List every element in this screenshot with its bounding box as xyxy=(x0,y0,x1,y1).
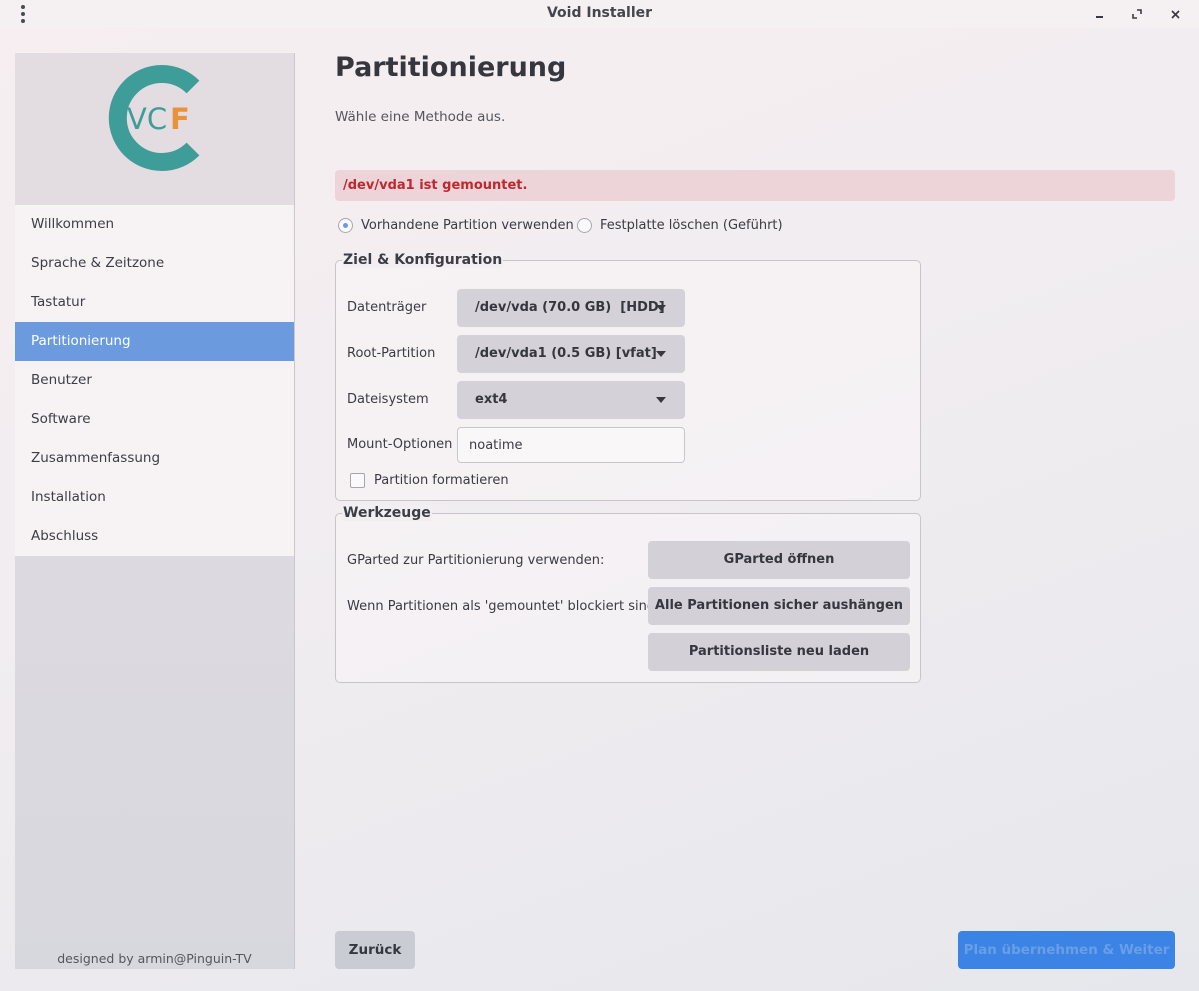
method-erase-disk-label: Festplatte löschen (Geführt) xyxy=(600,218,783,233)
filesystem-dropdown[interactable]: ext4 xyxy=(457,381,685,419)
method-existing-partition-radio[interactable]: Vorhandene Partition verwenden xyxy=(338,218,574,233)
vcf-logo: VC F xyxy=(108,65,200,171)
maximize-icon[interactable] xyxy=(1127,4,1147,24)
sidebar-item-installation[interactable]: Installation xyxy=(15,478,294,517)
reload-partitions-button[interactable]: Partitionsliste neu laden xyxy=(648,633,910,671)
sidebar-item-sprache-zeitzone[interactable]: Sprache & Zeitzone xyxy=(15,244,294,283)
sidebar-item-partitionierung[interactable]: Partitionierung xyxy=(15,322,294,361)
minimize-icon[interactable] xyxy=(1090,4,1110,24)
root-partition-label: Root-Partition xyxy=(347,346,436,361)
method-erase-disk-radio[interactable]: Festplatte löschen (Geführt) xyxy=(577,218,783,233)
sidebar-nav: Willkommen Sprache & Zeitzone Tastatur P… xyxy=(15,205,294,556)
logo-area: VC F xyxy=(15,53,294,205)
method-existing-partition-label: Vorhandene Partition verwenden xyxy=(361,218,574,233)
disk-label: Datenträger xyxy=(347,300,427,315)
format-partition-label: Partition formatieren xyxy=(374,473,509,488)
config-group: Ziel & Konfiguration Datenträger /dev/vd… xyxy=(335,252,921,501)
chevron-down-icon xyxy=(656,305,666,311)
logo-text-vc: VC xyxy=(127,102,167,136)
sidebar-credit: designed by armin@Pinguin-TV xyxy=(57,951,252,966)
root-partition-dropdown-value: /dev/vda1 (0.5 GB) [vfat] xyxy=(475,346,657,361)
sidebar-item-abschluss[interactable]: Abschluss xyxy=(15,517,294,556)
unmount-all-button[interactable]: Alle Partitionen sicher aushängen xyxy=(648,587,910,625)
back-button[interactable]: Zurück xyxy=(335,931,415,969)
format-partition-checkbox[interactable]: Partition formatieren xyxy=(350,473,509,488)
radio-checked-icon[interactable] xyxy=(338,218,353,233)
tools-group-legend: Werkzeuge xyxy=(342,505,432,521)
sidebar-item-benutzer[interactable]: Benutzer xyxy=(15,361,294,400)
open-gparted-button[interactable]: GParted öffnen xyxy=(648,541,910,579)
chevron-down-icon xyxy=(656,351,666,357)
filesystem-label: Dateisystem xyxy=(347,392,429,407)
config-group-legend: Ziel & Konfiguration xyxy=(342,252,504,268)
sidebar-item-software[interactable]: Software xyxy=(15,400,294,439)
filesystem-dropdown-value: ext4 xyxy=(475,392,508,407)
page-subtitle: Wähle eine Methode aus. xyxy=(335,109,506,125)
checkbox-unchecked-icon[interactable] xyxy=(350,473,365,488)
close-icon[interactable] xyxy=(1165,4,1185,24)
tools-group: Werkzeuge GParted zur Partitionierung ve… xyxy=(335,505,921,683)
sidebar: VC F Willkommen Sprache & Zeitzone Tasta… xyxy=(15,53,295,969)
disk-dropdown[interactable]: /dev/vda (70.0 GB) [HDD] xyxy=(457,289,685,327)
window-title: Void Installer xyxy=(546,5,653,21)
sidebar-item-willkommen[interactable]: Willkommen xyxy=(15,205,294,244)
blocked-partitions-label: Wenn Partitionen als 'gemountet' blockie… xyxy=(347,599,660,614)
logo-text-f: F xyxy=(170,102,190,136)
page-title: Partitionierung xyxy=(335,52,567,83)
window-titlebar: Void Installer xyxy=(0,0,1199,28)
radio-unchecked-icon[interactable] xyxy=(577,218,592,233)
disk-dropdown-value: /dev/vda (70.0 GB) [HDD] xyxy=(475,300,665,315)
error-banner: /dev/vda1 ist gemountet. xyxy=(335,170,1175,201)
mount-options-label: Mount-Optionen xyxy=(347,437,453,452)
mount-options-input[interactable] xyxy=(457,427,685,463)
apply-and-next-button[interactable]: Plan übernehmen & Weiter xyxy=(958,931,1175,969)
root-partition-dropdown[interactable]: /dev/vda1 (0.5 GB) [vfat] xyxy=(457,335,685,373)
chevron-down-icon xyxy=(656,397,666,403)
gparted-label: GParted zur Partitionierung verwenden: xyxy=(347,553,605,568)
sidebar-item-zusammenfassung[interactable]: Zusammenfassung xyxy=(15,439,294,478)
sidebar-item-tastatur[interactable]: Tastatur xyxy=(15,283,294,322)
